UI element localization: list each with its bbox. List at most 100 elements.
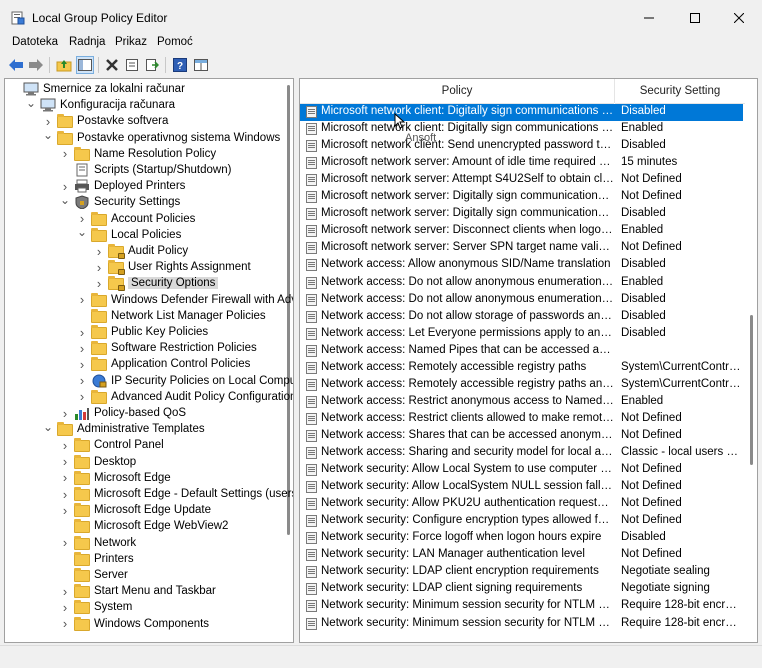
policy-row[interactable]: Network security: Minimum session securi… xyxy=(300,616,743,633)
tree-item[interactable]: › Policy-based QoS xyxy=(60,405,186,421)
forward-button[interactable] xyxy=(27,56,45,74)
tree-item[interactable]: › Security Options xyxy=(94,275,219,292)
tree-scrollbar[interactable] xyxy=(281,79,291,642)
policy-row[interactable]: Network access: Do not allow anonymous e… xyxy=(300,292,743,309)
tree-item[interactable]: Printers xyxy=(60,551,134,567)
export-list-button[interactable] xyxy=(143,56,161,74)
policy-row[interactable]: Network access: Restrict anonymous acces… xyxy=(300,394,743,411)
policy-row[interactable]: Network security: LAN Manager authentica… xyxy=(300,547,743,564)
tree-item[interactable]: › Desktop xyxy=(60,454,136,470)
maximize-button[interactable] xyxy=(672,0,718,36)
policy-row[interactable]: Network access: Shares that can be acces… xyxy=(300,428,743,445)
up-level-button[interactable] xyxy=(55,56,73,74)
policy-row[interactable]: Network access: Do not allow anonymous e… xyxy=(300,275,743,292)
tree-item[interactable]: › Postavke softvera xyxy=(43,113,169,129)
tree-item[interactable]: › Advanced Audit Policy Configuration xyxy=(77,389,293,405)
title-bar[interactable]: Local Group Policy Editor xyxy=(0,0,762,36)
tree-item[interactable]: › Audit Policy xyxy=(94,243,188,259)
policy-row[interactable]: Network access: Allow anonymous SID/Name… xyxy=(300,257,743,274)
chevron-right-icon[interactable]: › xyxy=(94,275,104,291)
policy-row[interactable]: Network security: Allow LocalSystem NULL… xyxy=(300,479,743,496)
tree-item[interactable]: › Application Control Policies xyxy=(77,356,251,372)
policy-row[interactable]: Network access: Restrict clients allowed… xyxy=(300,411,743,428)
chevron-right-icon[interactable]: › xyxy=(60,502,70,518)
tree-item[interactable]: ⌄ Local Policies xyxy=(77,224,181,243)
policy-row[interactable]: Network security: LDAP client signing re… xyxy=(300,581,743,598)
tree-item[interactable]: › Start Menu and Taskbar xyxy=(60,583,216,599)
chevron-right-icon[interactable]: › xyxy=(77,292,87,308)
tree-item[interactable]: › Public Key Policies xyxy=(77,324,208,340)
menu-help[interactable]: Pomoć xyxy=(157,36,193,48)
tree-item[interactable]: › Microsoft Edge xyxy=(60,470,171,486)
policy-list[interactable]: Policy Security Setting Microsoft networ… xyxy=(299,78,758,643)
chevron-right-icon[interactable]: › xyxy=(60,486,70,502)
back-button[interactable] xyxy=(7,56,25,74)
tree-item[interactable]: ⌄ Administrative Templates xyxy=(43,419,205,437)
policy-row[interactable]: Network access: Remotely accessible regi… xyxy=(300,360,743,377)
minimize-button[interactable] xyxy=(626,0,672,36)
chevron-right-icon[interactable]: › xyxy=(94,243,104,259)
tree-item[interactable]: Network List Manager Policies xyxy=(77,308,266,324)
policy-row[interactable]: Network security: Minimum session securi… xyxy=(300,598,743,615)
policy-row[interactable]: Network security: Configure encryption t… xyxy=(300,513,743,530)
policy-row[interactable]: Microsoft network client: Send unencrypt… xyxy=(300,138,743,155)
menu-file[interactable]: Datoteka xyxy=(12,36,58,48)
close-button[interactable] xyxy=(716,0,762,36)
chevron-right-icon[interactable]: › xyxy=(77,340,87,356)
help-button[interactable]: ? xyxy=(171,56,189,74)
policy-row[interactable]: Network security: Allow PKU2U authentica… xyxy=(300,496,743,513)
show-panel-button[interactable] xyxy=(192,56,210,74)
chevron-right-icon[interactable]: › xyxy=(77,324,87,340)
policy-row[interactable]: Network access: Let Everyone permissions… xyxy=(300,326,743,343)
policy-row[interactable]: Microsoft network client: Digitally sign… xyxy=(300,104,743,121)
chevron-right-icon[interactable]: › xyxy=(60,583,70,599)
chevron-right-icon[interactable]: › xyxy=(77,373,87,389)
tree-item[interactable]: ⌄ Konfiguracija računara xyxy=(26,96,175,113)
policy-row[interactable]: Microsoft network server: Server SPN tar… xyxy=(300,240,743,257)
chevron-down-icon[interactable]: ⌄ xyxy=(60,192,70,208)
tree-item[interactable]: Microsoft Edge WebView2 xyxy=(60,518,228,534)
tree-scrollbar-thumb[interactable] xyxy=(287,85,290,535)
tree-item[interactable]: › Control Panel xyxy=(60,437,164,453)
tree-item[interactable]: ⌄ Postavke operativnog sistema Windows xyxy=(43,127,280,146)
tree-item[interactable]: ⌄ Security Settings xyxy=(60,192,180,210)
console-tree[interactable]: Smernice za lokalni računar ⌄ Konfiguracij… xyxy=(4,78,294,643)
policy-row[interactable]: Network security: Force logoff when logo… xyxy=(300,530,743,547)
policy-row[interactable]: Microsoft network server: Digitally sign… xyxy=(300,206,743,223)
policy-row[interactable]: Microsoft network server: Disconnect cli… xyxy=(300,223,743,240)
chevron-right-icon[interactable]: › xyxy=(60,454,70,470)
policy-row[interactable]: Network access: Do not allow storage of … xyxy=(300,309,743,326)
list-scrollbar[interactable] xyxy=(745,79,755,642)
policy-row[interactable]: Microsoft network server: Attempt S4U2Se… xyxy=(300,172,743,189)
chevron-right-icon[interactable]: › xyxy=(77,389,87,405)
chevron-right-icon[interactable]: › xyxy=(60,535,70,551)
list-scrollbar-thumb[interactable] xyxy=(750,315,753,465)
tree-item[interactable]: › Name Resolution Policy xyxy=(60,146,216,162)
chevron-down-icon[interactable]: ⌄ xyxy=(77,224,87,240)
tree-item[interactable]: › User Rights Assignment xyxy=(94,259,251,276)
policy-row[interactable]: Microsoft network server: Amount of idle… xyxy=(300,155,743,172)
tree-item[interactable]: › IP Security Policies on Local Computer xyxy=(77,373,293,389)
policy-row[interactable]: Network security: Allow Local System to … xyxy=(300,462,743,479)
column-header-security-setting[interactable]: Security Setting xyxy=(615,79,745,104)
chevron-down-icon[interactable]: ⌄ xyxy=(43,419,53,435)
tree-item[interactable]: Server xyxy=(60,567,128,583)
chevron-right-icon[interactable]: › xyxy=(60,437,70,453)
column-header-policy[interactable]: Policy xyxy=(300,79,614,104)
menu-view[interactable]: Prikaz xyxy=(115,36,147,48)
menu-action[interactable]: Radnja xyxy=(69,36,105,48)
chevron-down-icon[interactable]: ⌄ xyxy=(43,127,53,143)
tree-item[interactable]: › Microsoft Edge Update xyxy=(60,502,211,518)
chevron-right-icon[interactable]: › xyxy=(60,599,70,615)
chevron-right-icon[interactable]: › xyxy=(60,470,70,486)
chevron-right-icon[interactable]: › xyxy=(60,405,70,421)
policy-row[interactable]: Network access: Sharing and security mod… xyxy=(300,445,743,462)
policy-row[interactable]: Network access: Named Pipes that can be … xyxy=(300,343,743,360)
chevron-right-icon[interactable]: › xyxy=(60,616,70,632)
policy-row[interactable]: Microsoft network server: Digitally sign… xyxy=(300,189,743,206)
tree-item[interactable]: Scripts (Startup/Shutdown) xyxy=(60,162,231,178)
tree-item[interactable]: › Software Restriction Policies xyxy=(77,340,257,356)
chevron-right-icon[interactable]: › xyxy=(77,356,87,372)
tree-item[interactable]: › Network xyxy=(60,535,136,551)
chevron-right-icon[interactable]: › xyxy=(60,146,70,162)
